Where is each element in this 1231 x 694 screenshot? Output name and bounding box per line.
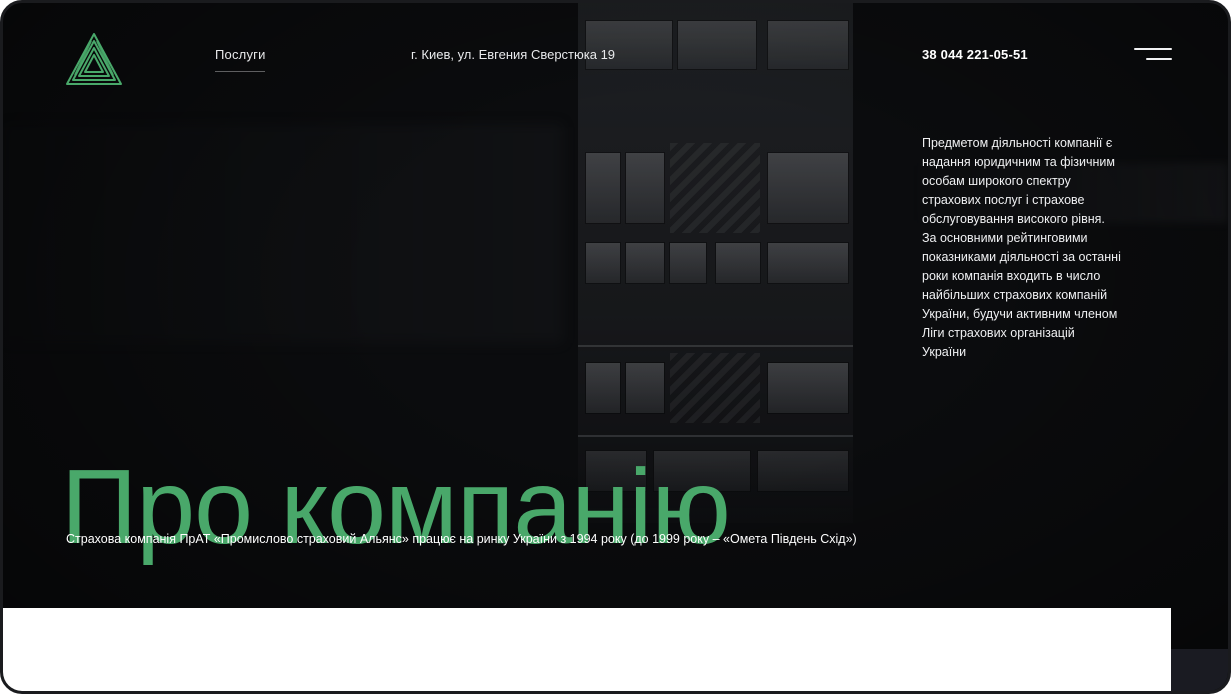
phone-link[interactable]: 38 044 221-05-51 [922, 47, 1028, 62]
triangle-logo-icon[interactable] [63, 31, 125, 89]
building-window [585, 242, 621, 284]
building-window [585, 362, 621, 414]
building-window [625, 242, 665, 284]
building-window [767, 362, 849, 414]
office-address: г. Киев, ул. Евгения Сверстюка 19 [411, 47, 616, 62]
menu-line-top [1134, 48, 1172, 50]
content-panel [3, 608, 1171, 691]
building-window [757, 450, 849, 492]
stairs-decor [670, 353, 760, 423]
nav-underline [215, 71, 265, 72]
stairs-decor [670, 143, 760, 233]
company-intro: Страхова компанія ПрАТ «Промислово страх… [66, 532, 857, 546]
app-frame: Послуги г. Киев, ул. Евгения Сверстюка 1… [0, 0, 1231, 694]
building-window [767, 20, 849, 70]
company-description: Предметом діяльності компанії є надання … [922, 136, 1121, 359]
rail-decor [578, 435, 853, 437]
background-haze-left [3, 123, 563, 343]
building-window [767, 242, 849, 284]
hamburger-menu-icon[interactable] [1134, 45, 1172, 63]
building-tower-decor [578, 3, 853, 523]
nav-link-services[interactable]: Послуги [215, 47, 266, 62]
menu-line-bottom [1146, 58, 1172, 60]
building-window [669, 242, 707, 284]
building-window [585, 152, 621, 224]
building-window [625, 152, 665, 224]
rail-decor [578, 345, 853, 347]
building-window [625, 362, 665, 414]
building-window [767, 152, 849, 224]
building-window [677, 20, 757, 70]
building-window [715, 242, 761, 284]
corner-block [1171, 649, 1228, 691]
